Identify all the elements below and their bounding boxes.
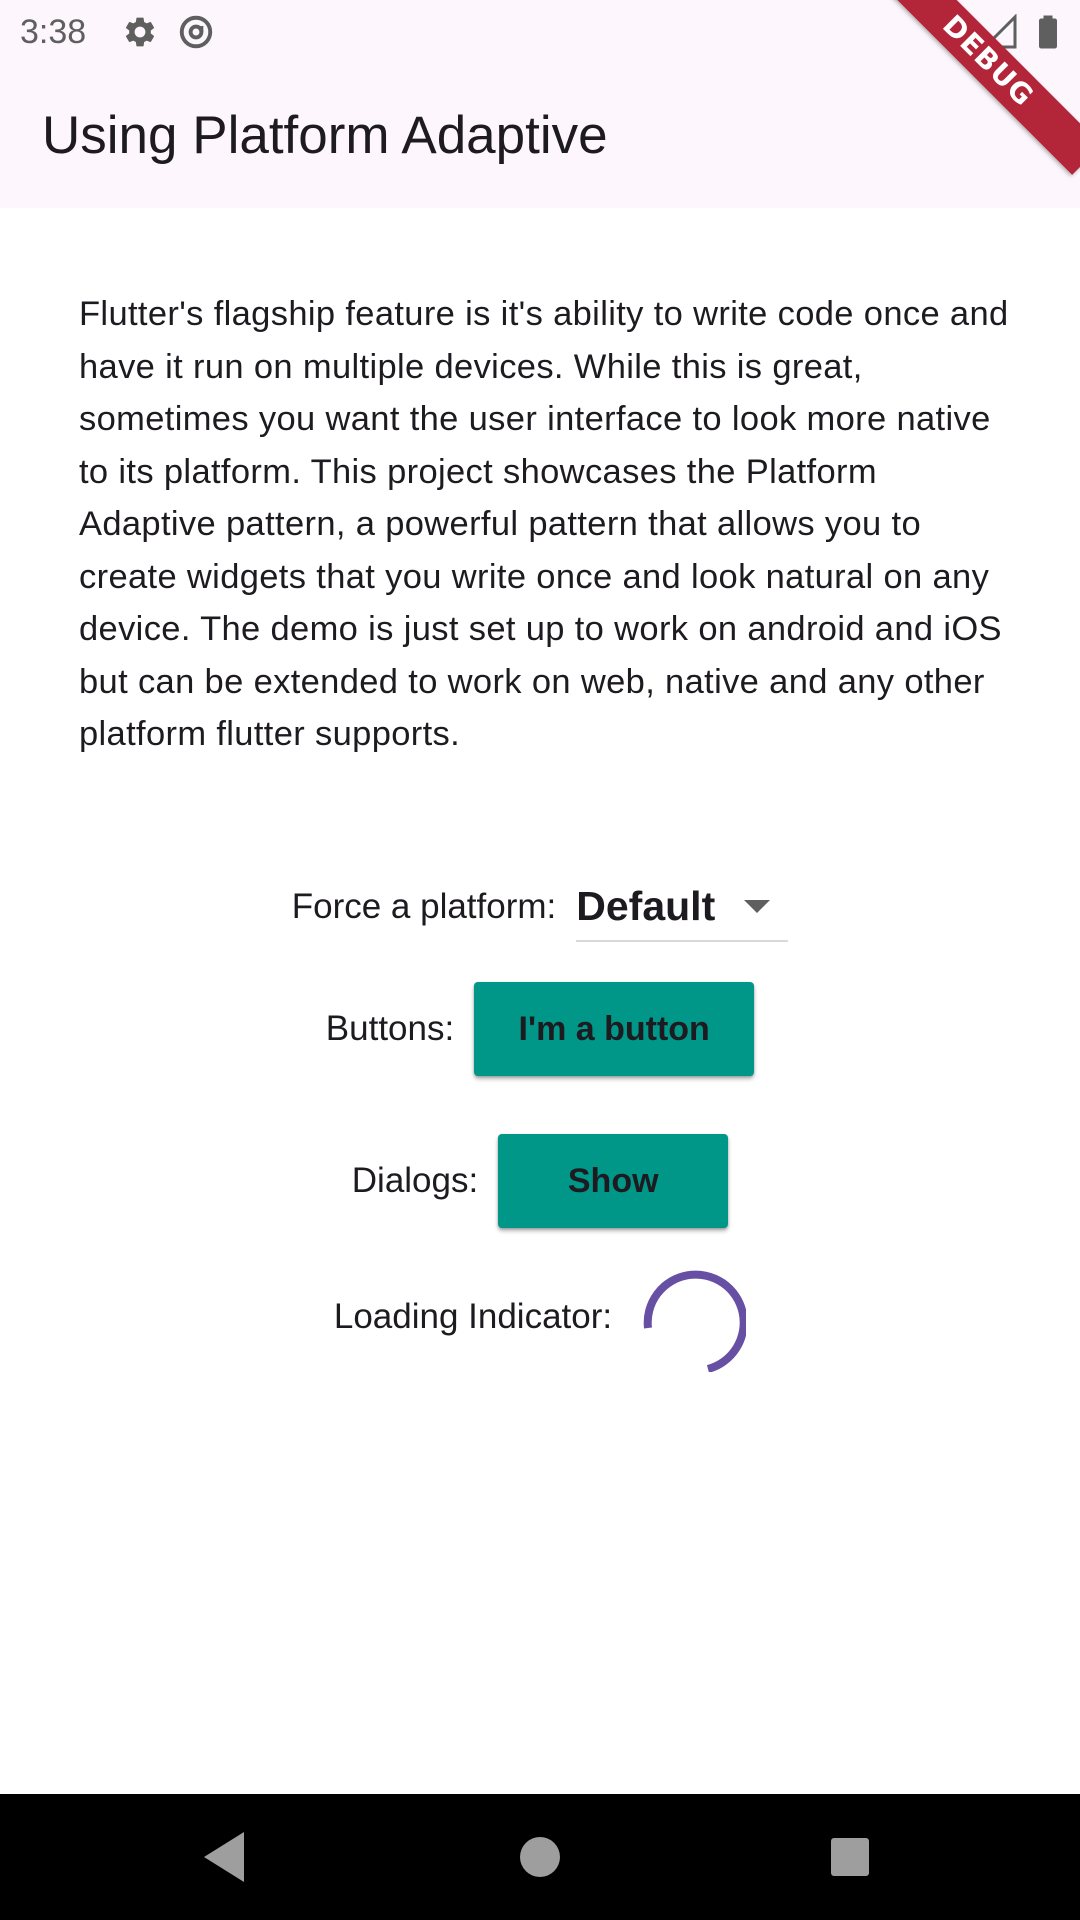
home-icon[interactable] xyxy=(505,1822,575,1892)
buttons-label: Buttons: xyxy=(325,1009,455,1048)
navigation-bar xyxy=(0,1794,1080,1920)
im-a-button[interactable]: I'm a button xyxy=(474,982,755,1076)
gear-icon xyxy=(125,17,155,47)
recents-icon[interactable] xyxy=(815,1822,885,1892)
dialogs-label: Dialogs: xyxy=(351,1161,479,1200)
at-sign-icon xyxy=(179,15,213,49)
show-dialog-button[interactable]: Show xyxy=(498,1134,729,1228)
battery-icon xyxy=(1039,15,1057,49)
loading-label: Loading Indicator: xyxy=(333,1297,613,1336)
platform-dropdown-value: Default xyxy=(576,882,716,929)
back-icon[interactable] xyxy=(190,1822,260,1892)
description-text: Flutter's flagship feature is it's abili… xyxy=(79,295,1009,753)
platform-row: Force a platform: Default xyxy=(0,868,1080,946)
app-bar: Using Platform Adaptive xyxy=(0,64,1080,208)
dialogs-row: Dialogs: Show xyxy=(0,1134,1080,1228)
loading-spinner xyxy=(643,1270,747,1372)
loading-row: Loading Indicator: xyxy=(0,1262,1080,1372)
status-time: 3:38 xyxy=(20,13,87,51)
platform-dropdown[interactable]: Default xyxy=(576,872,789,942)
buttons-row: Buttons: I'm a button xyxy=(0,982,1080,1076)
platform-label: Force a platform: xyxy=(291,887,557,926)
page-title: Using Platform Adaptive xyxy=(42,106,608,165)
chevron-down-icon xyxy=(744,900,771,913)
